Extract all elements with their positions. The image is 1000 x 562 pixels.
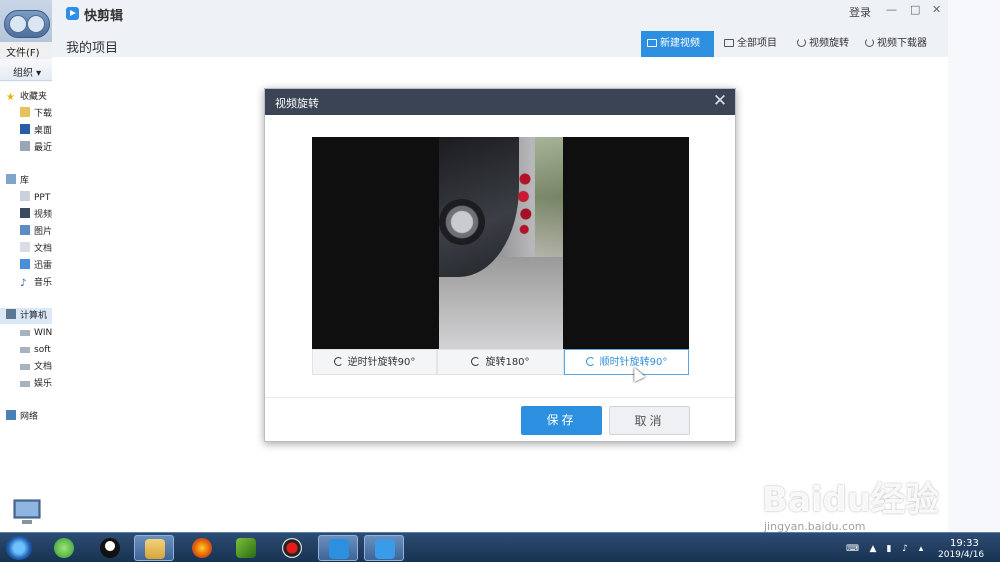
record-icon: [282, 538, 302, 558]
network-icon: [6, 410, 16, 420]
video-preview: [312, 137, 689, 349]
video-editor-icon: [236, 538, 256, 558]
nav-item-network[interactable]: 网络: [6, 410, 52, 424]
taskbar-app-rotate[interactable]: [364, 535, 404, 561]
video-frame: [439, 137, 563, 349]
baidu-watermark: Baidu经验 jingyan.baidu.com: [762, 460, 952, 540]
library-icon: [6, 174, 16, 184]
start-button[interactable]: [6, 536, 32, 560]
rotate-180-icon: [471, 357, 481, 366]
folder-icon: [20, 191, 30, 201]
taskbar-app-firefox[interactable]: [182, 535, 222, 561]
firefox-icon: [192, 538, 212, 558]
thunder-icon: [20, 259, 30, 269]
computer-icon: [6, 309, 16, 319]
360-icon: [54, 538, 74, 558]
explorer-right-edge: [948, 0, 1000, 532]
dialog-close-icon[interactable]: ✕: [711, 92, 729, 110]
dialog-header: 视频旋转 ✕: [265, 89, 735, 115]
rotate-app-icon: [375, 539, 395, 559]
login-link[interactable]: 登录: [849, 4, 871, 20]
menu-file[interactable]: 文件(F): [6, 44, 40, 59]
clock-time[interactable]: 19:33: [950, 538, 979, 549]
clock-date[interactable]: 2019/4/16: [938, 550, 984, 560]
folder-icon: [20, 107, 30, 117]
save-button[interactable]: 保存: [521, 406, 602, 435]
tab-all-projects[interactable]: 全部项目: [718, 31, 783, 57]
taskbar-app-recorder[interactable]: [272, 535, 312, 561]
wheel-image: [439, 199, 485, 245]
drive-icon: [20, 347, 30, 353]
app-name: 快剪辑: [84, 9, 124, 24]
taskbar-app-explorer[interactable]: [134, 535, 174, 561]
music-icon: ♪: [20, 278, 27, 289]
rotate-cw-button[interactable]: 顺时针旋转90°: [564, 349, 689, 375]
rotate-icon: [797, 38, 806, 47]
close-icon[interactable]: ✕: [932, 3, 941, 16]
drive-icon: [20, 364, 30, 370]
organize-button[interactable]: 组织 ▾: [13, 64, 41, 79]
watermark-logo: Baidu经验: [762, 480, 940, 520]
tab-video-rotate[interactable]: 视频旋转: [791, 31, 855, 57]
nav-item-library[interactable]: 库: [6, 174, 52, 188]
keyboard-icon[interactable]: ⌨: [846, 544, 859, 554]
document-icon: [20, 242, 30, 252]
rotate-ccw-button[interactable]: 逆时针旋转90°: [312, 349, 437, 375]
nav-item-favorites[interactable]: ★ 收藏夹: [6, 90, 52, 104]
minimize-icon[interactable]: —: [886, 3, 897, 16]
taskbar: ⌨ ▲ ▮ ♪ ▴ 19:33 2019/4/16: [0, 532, 1000, 562]
dialog-title: 视频旋转: [275, 97, 319, 110]
network-tray-icon[interactable]: ▴: [916, 544, 926, 554]
nav-item-computer[interactable]: 计算机: [6, 309, 52, 323]
battery-icon[interactable]: ▮: [884, 544, 894, 554]
drive-icon: [20, 330, 30, 336]
system-tray: ⌨ ▲ ▮ ♪ ▴ 19:33 2019/4/16: [840, 536, 1000, 560]
video-rotate-dialog: 视频旋转 ✕ 逆时针旋转90° 旋转180° 顺时针旋转90° 保存 取消: [264, 88, 736, 442]
maximize-icon[interactable]: □: [910, 3, 920, 16]
recent-icon: [20, 141, 30, 151]
taskbar-app-kuaijianji[interactable]: [318, 535, 358, 561]
folder-icon: [724, 39, 734, 47]
tab-new-video[interactable]: 新建视频: [641, 31, 714, 57]
app-logo-icon: [66, 7, 79, 20]
app-header: 快剪辑 登录 — □ ✕ 我的项目 新建视频 全部项目 视频旋转 视频下载器: [52, 0, 948, 57]
rotate-180-button[interactable]: 旋转180°: [437, 349, 564, 375]
taskbar-app-video-editor[interactable]: [226, 535, 266, 561]
cloud-download-icon: [865, 38, 874, 47]
video-camera-icon: [647, 39, 657, 47]
computer-thumbnail-icon: [12, 498, 46, 528]
rotate-cw-icon: [585, 357, 595, 366]
explorer-nav-buttons[interactable]: [4, 10, 50, 38]
drive-icon: [20, 381, 30, 387]
show-hidden-icons-icon[interactable]: ▲: [868, 544, 878, 554]
file-explorer-icon: [145, 539, 165, 559]
star-icon: ★: [6, 92, 15, 103]
taskbar-app-360[interactable]: [44, 535, 84, 561]
video-icon: [20, 208, 30, 218]
kuaijianji-icon: [329, 539, 349, 559]
flowers-image: [517, 165, 533, 235]
dialog-divider: [265, 397, 735, 398]
rotate-ccw-icon: [333, 357, 343, 366]
picture-icon: [20, 225, 30, 235]
explorer-nav-pane: ★ 收藏夹 下载 桌面 最近 库 PPT 视频 图片 文档 迅雷 ♪ 音乐 计算机 …: [0, 82, 52, 532]
page-title: 我的项目: [66, 41, 119, 56]
cancel-button[interactable]: 取消: [609, 406, 690, 435]
tab-video-downloader[interactable]: 视频下载器: [859, 31, 933, 57]
taskbar-app-qq[interactable]: [90, 535, 130, 561]
qq-icon: [100, 538, 120, 558]
desktop-icon: [20, 124, 30, 134]
volume-icon[interactable]: ♪: [900, 544, 910, 554]
